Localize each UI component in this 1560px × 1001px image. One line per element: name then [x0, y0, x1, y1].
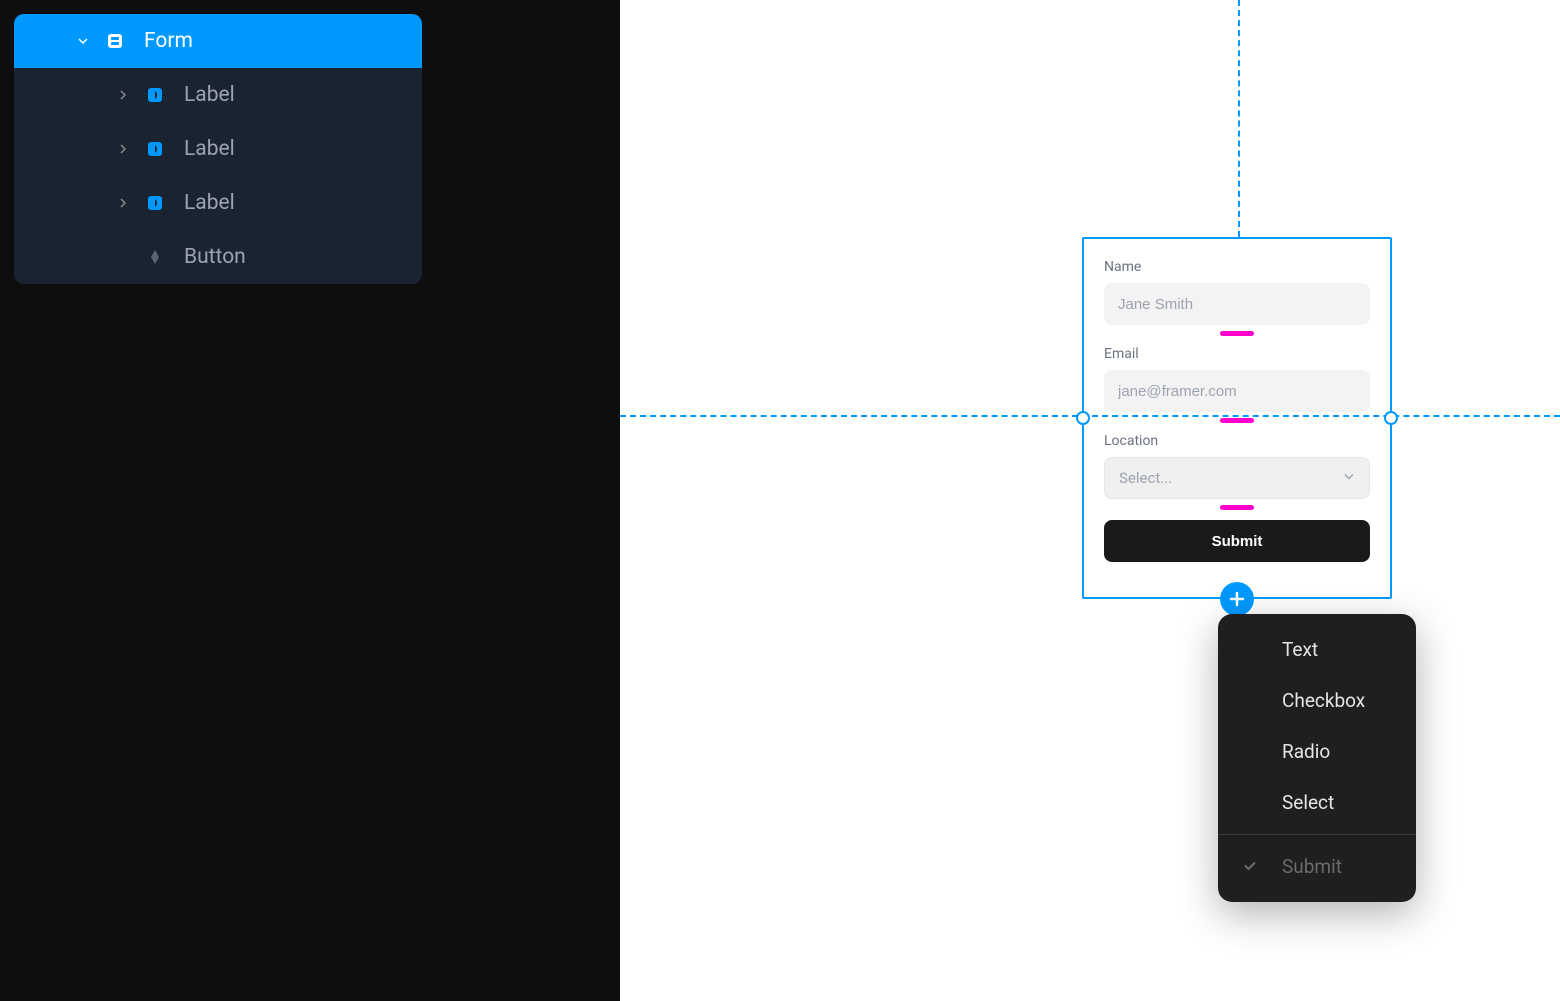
field-email: Email [1104, 346, 1370, 412]
menu-text[interactable]: Text [1218, 624, 1416, 675]
resize-handle-right[interactable] [1384, 411, 1398, 425]
chevron-right-icon [116, 90, 130, 100]
name-label: Name [1104, 259, 1370, 275]
component-icon [144, 192, 166, 214]
location-select[interactable]: Select... [1104, 457, 1370, 499]
layer-label: Button [184, 245, 246, 269]
layer-label-1[interactable]: Label [14, 122, 422, 176]
menu-submit-label: Submit [1282, 855, 1342, 878]
email-label: Email [1104, 346, 1370, 362]
canvas[interactable]: Name Email Location Select... [620, 0, 1560, 1001]
submit-button[interactable]: Submit [1104, 520, 1370, 562]
spacing-indicator [1220, 505, 1254, 510]
component-icon [144, 138, 166, 160]
diamond-icon [144, 246, 166, 268]
resize-handle-left[interactable] [1076, 411, 1090, 425]
field-location: Location Select... [1104, 433, 1370, 499]
spacing-indicator [1220, 418, 1254, 423]
layer-label: Label [184, 83, 235, 107]
layer-label: Form [144, 29, 193, 53]
layer-button[interactable]: Button [14, 230, 422, 284]
alignment-guide-vertical [1238, 0, 1240, 237]
component-icon [144, 84, 166, 106]
chevron-right-icon [116, 144, 130, 154]
menu-radio[interactable]: Radio [1218, 726, 1416, 777]
field-name: Name [1104, 259, 1370, 325]
menu-select[interactable]: Select [1218, 777, 1416, 828]
form-preview: Name Email Location Select... [1084, 239, 1390, 582]
select-placeholder: Select... [1119, 469, 1172, 487]
location-select-wrapper: Select... [1104, 457, 1370, 499]
name-input[interactable] [1104, 283, 1370, 325]
location-label: Location [1104, 433, 1370, 449]
menu-checkbox[interactable]: Checkbox [1218, 675, 1416, 726]
check-icon [1242, 855, 1258, 878]
layer-label-2[interactable]: Label [14, 176, 422, 230]
layer-label: Label [184, 137, 235, 161]
add-element-button[interactable] [1220, 582, 1254, 616]
menu-submit[interactable]: Submit [1218, 841, 1416, 892]
layers-panel: Form Label Label [14, 14, 422, 284]
sidebar: Form Label Label [0, 0, 620, 1001]
chevron-right-icon [116, 198, 130, 208]
selection-box[interactable]: Name Email Location Select... [1082, 237, 1392, 599]
email-input[interactable] [1104, 370, 1370, 412]
chevron-down-icon [76, 36, 90, 46]
layer-label: Label [184, 191, 235, 215]
add-element-menu: Text Checkbox Radio Select Submit [1218, 614, 1416, 902]
menu-divider [1218, 834, 1416, 835]
form-icon [104, 30, 126, 52]
layer-label-0[interactable]: Label [14, 68, 422, 122]
spacing-indicator [1220, 331, 1254, 336]
layer-form[interactable]: Form [14, 14, 422, 68]
